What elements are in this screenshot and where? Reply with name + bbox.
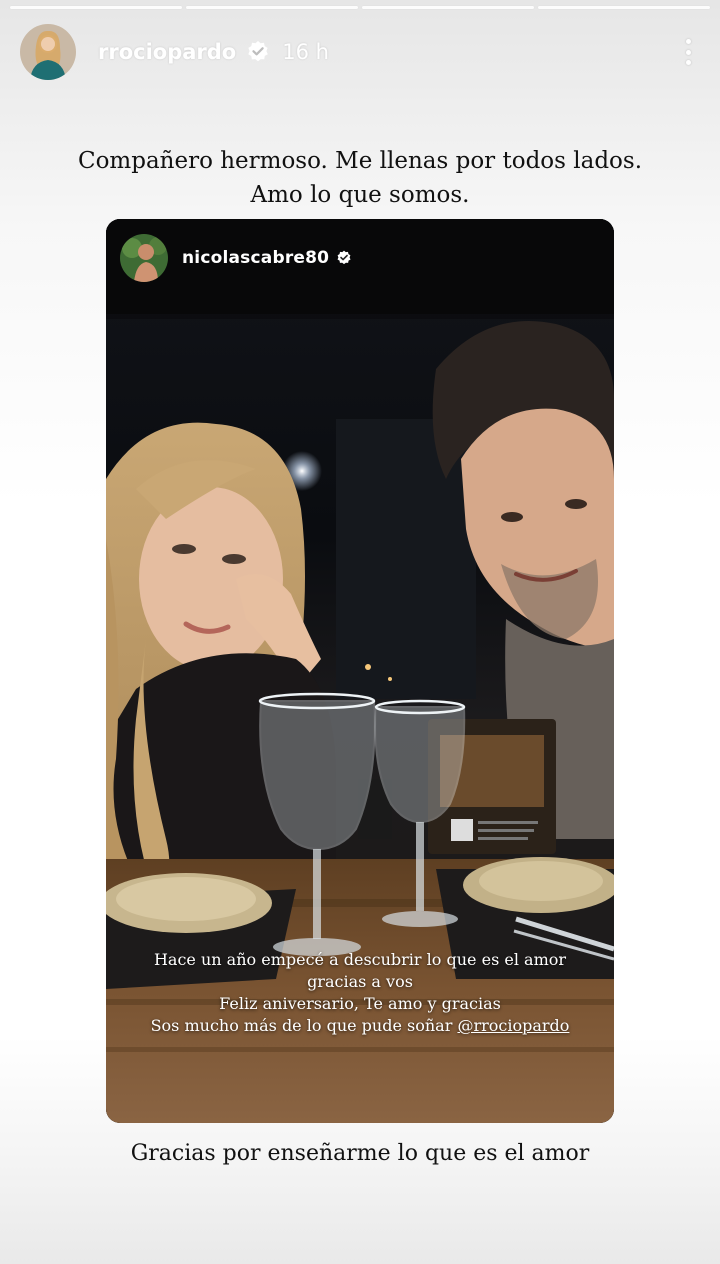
progress-segment bbox=[10, 6, 182, 9]
story-username[interactable]: rrociopardo bbox=[98, 40, 236, 64]
caption-line: Feliz aniversario, Te amo y gracias bbox=[219, 994, 501, 1013]
verified-badge-icon bbox=[248, 41, 269, 62]
story-progress-bar bbox=[10, 6, 710, 9]
caption-line: Amo lo que somos. bbox=[250, 182, 470, 208]
caption-line: Hace un año empecé a descubrir lo que es… bbox=[153, 950, 567, 969]
caption-text: Sos mucho más de lo que pude soñar bbox=[150, 1016, 453, 1035]
more-vertical-icon[interactable] bbox=[676, 35, 700, 69]
story-header: rrociopardo 16 h bbox=[20, 24, 700, 80]
shared-story-card[interactable]: nicolascabre80 Hace un año empecé a desc… bbox=[106, 219, 614, 1123]
caption-line: Sos mucho más de lo que pude soñar @rroc… bbox=[106, 1015, 614, 1037]
shared-story-header: nicolascabre80 bbox=[120, 233, 600, 283]
shared-story-username[interactable]: nicolascabre80 bbox=[182, 248, 329, 268]
mention-link[interactable]: @rrociopardo bbox=[457, 1016, 569, 1035]
story-caption-bottom: Gracias por enseñarme lo que es el amor bbox=[130, 1141, 590, 1166]
caption-line: gracias a vos bbox=[307, 972, 413, 991]
caption-line: Compañero hermoso. Me llenas por todos l… bbox=[77, 148, 643, 174]
verified-badge-icon bbox=[337, 250, 351, 265]
avatar[interactable] bbox=[20, 24, 76, 80]
progress-segment bbox=[538, 6, 710, 9]
shared-story-caption: Hace un año empecé a descubrir lo que es… bbox=[106, 949, 614, 1037]
story-caption-top: Compañero hermoso. Me llenas por todos l… bbox=[40, 144, 680, 212]
progress-segment bbox=[362, 6, 534, 9]
avatar[interactable] bbox=[120, 234, 168, 282]
progress-segment bbox=[186, 6, 358, 9]
story-timestamp: 16 h bbox=[282, 40, 329, 64]
